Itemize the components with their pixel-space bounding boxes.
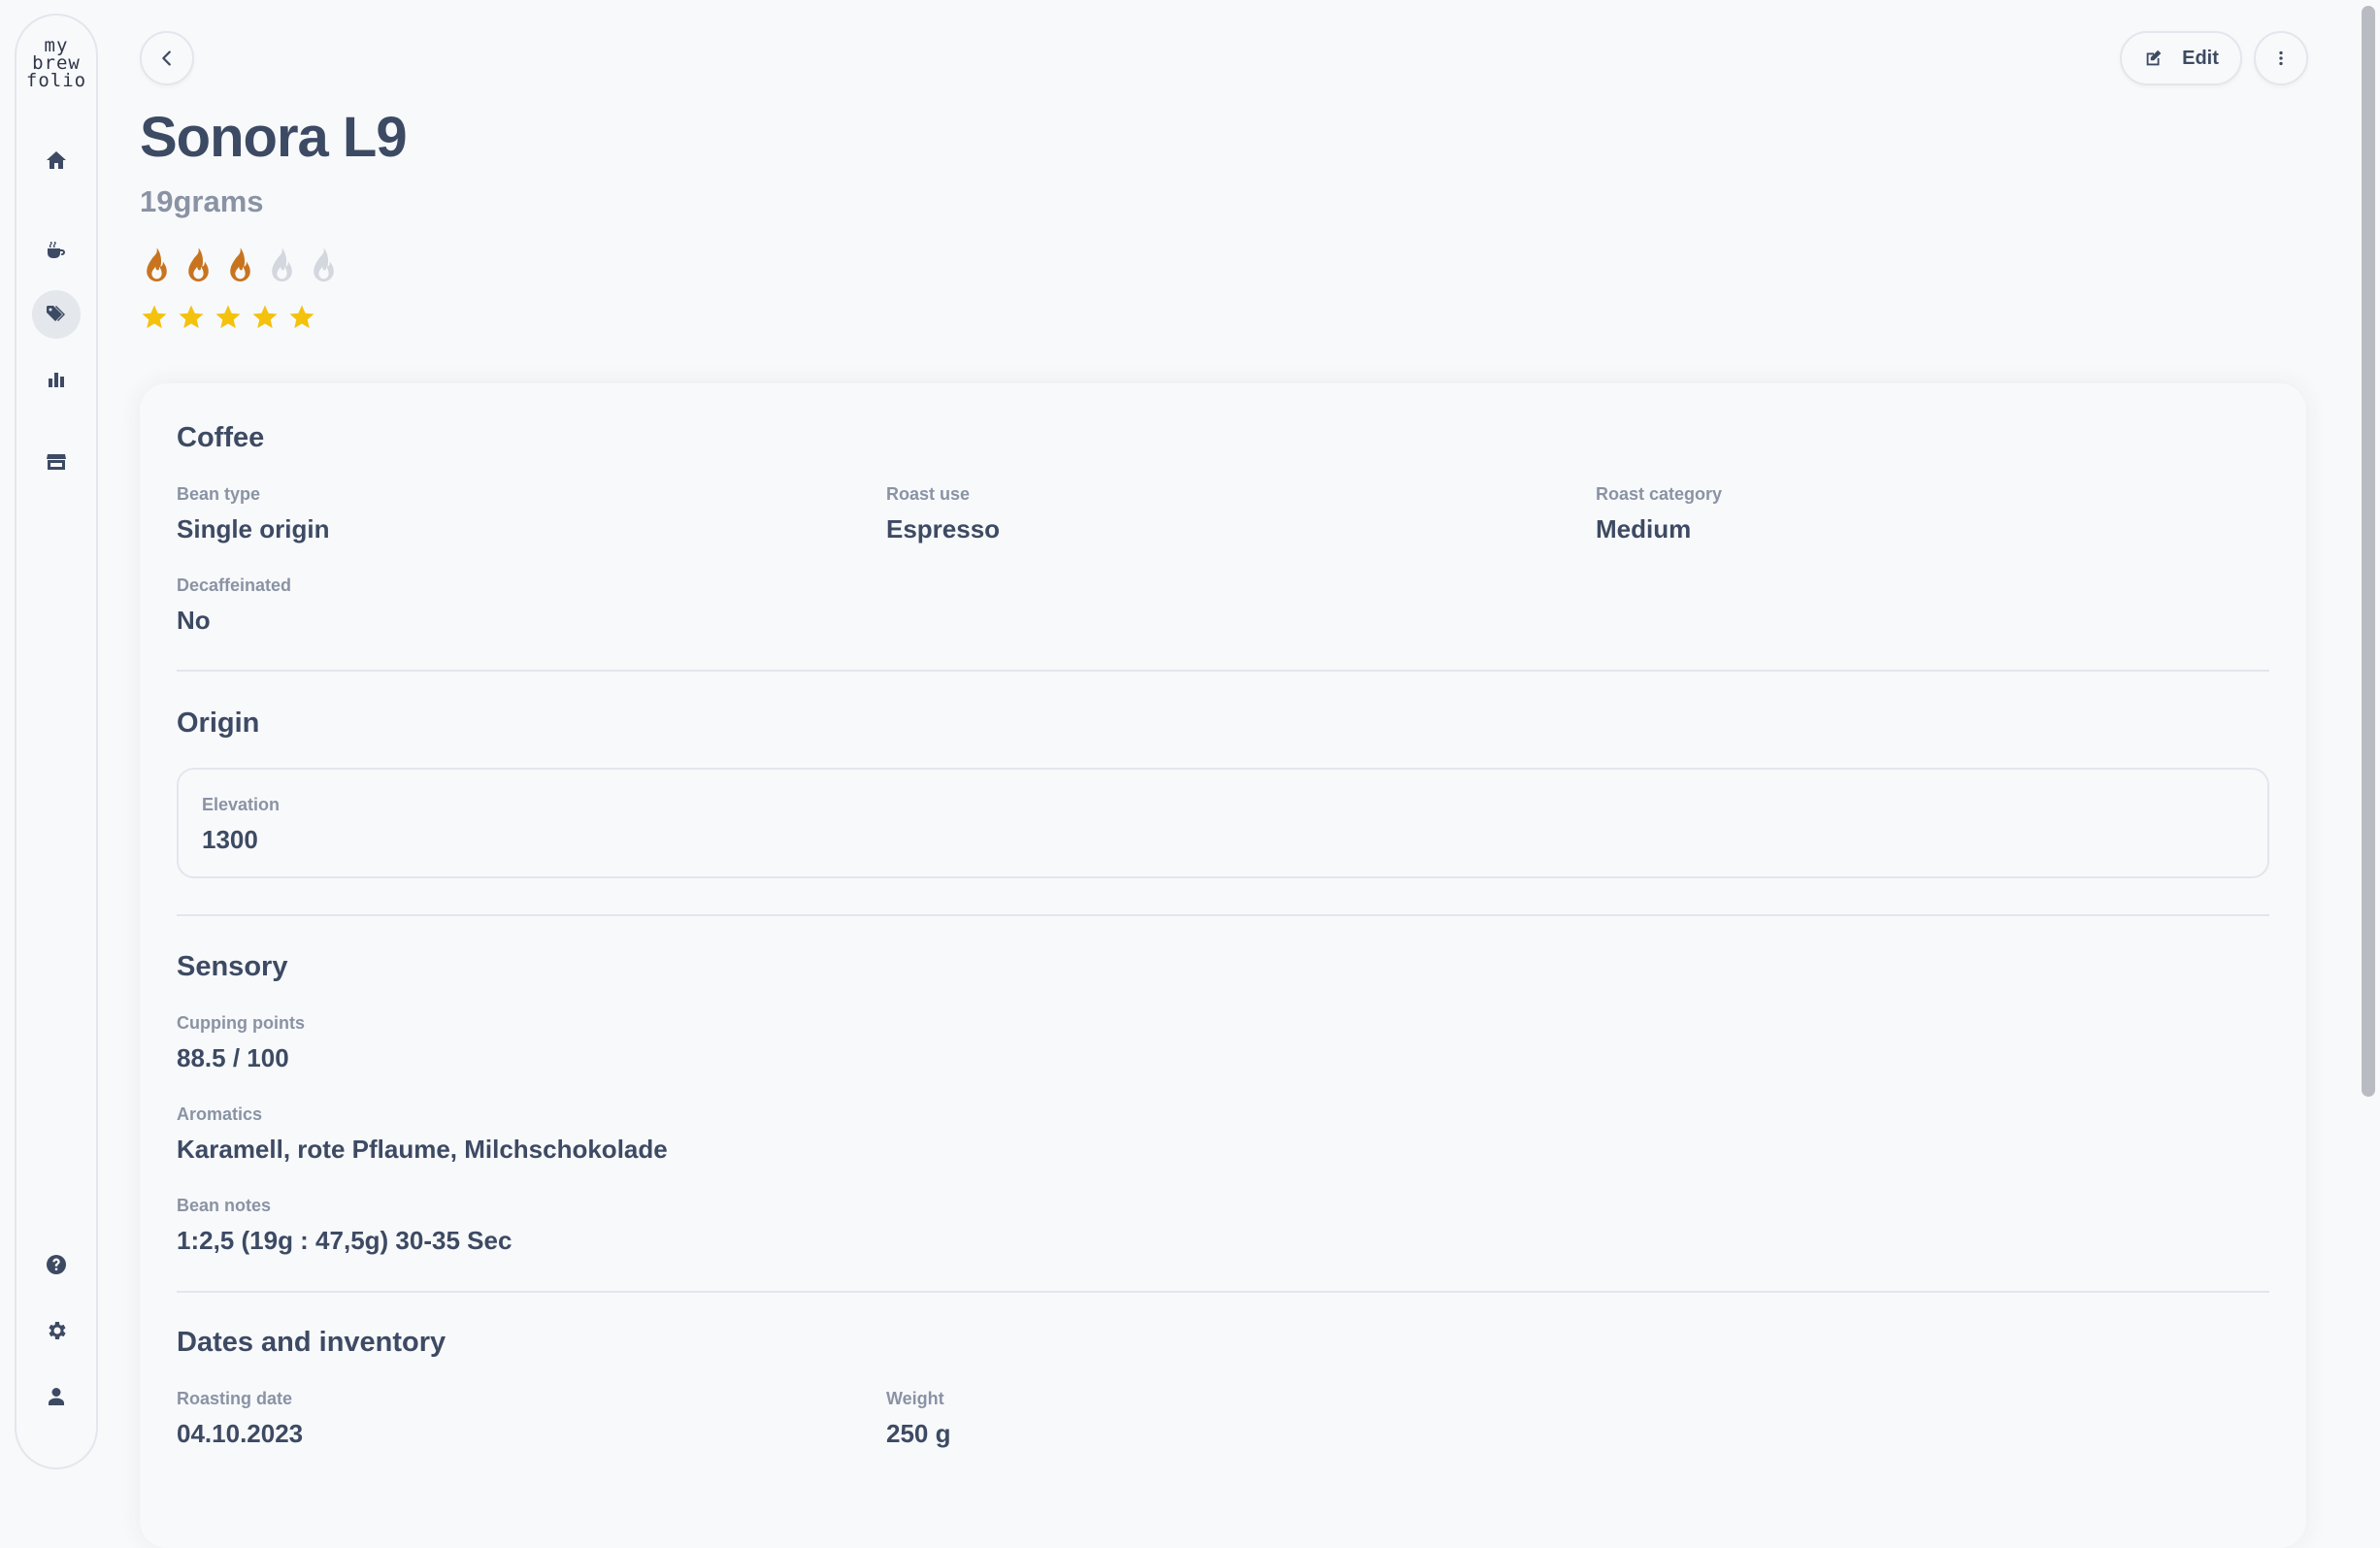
field-value: 88.5 / 100 bbox=[177, 1043, 289, 1072]
field-label: Decaffeinated bbox=[177, 576, 292, 595]
bean-details-card: Coffee Bean type Single origin Roast use… bbox=[140, 383, 2306, 1548]
sidebar-item-beans[interactable] bbox=[32, 290, 81, 339]
sidebar-item-help[interactable] bbox=[32, 1240, 81, 1289]
divider bbox=[177, 670, 2269, 672]
rating-indicator bbox=[140, 303, 316, 332]
field-label: Roasting date bbox=[177, 1389, 293, 1408]
back-button[interactable] bbox=[140, 31, 194, 85]
field-label: Roast use bbox=[886, 484, 971, 504]
bar-chart-icon bbox=[49, 373, 64, 387]
logo-line: folio bbox=[25, 70, 87, 91]
field-roast-use: Roast use Espresso bbox=[886, 484, 1000, 544]
sidebar-item-home[interactable] bbox=[32, 136, 81, 184]
star-icon bbox=[289, 305, 314, 329]
flame-icon bbox=[230, 247, 250, 281]
divider bbox=[177, 1291, 2269, 1293]
field-value: No bbox=[177, 606, 211, 635]
origin-details-box: Elevation 1300 bbox=[177, 768, 2269, 878]
coffee-cup-icon bbox=[48, 242, 65, 258]
edit-icon bbox=[2146, 49, 2162, 66]
field-label: Bean type bbox=[177, 484, 261, 504]
chevron-left-icon bbox=[162, 50, 171, 66]
section-title-origin: Origin bbox=[177, 708, 260, 739]
field-label: Weight bbox=[886, 1389, 944, 1408]
page-title: Sonora L9 bbox=[140, 106, 408, 169]
field-decaffeinated: Decaffeinated No bbox=[177, 576, 291, 636]
gear-icon bbox=[49, 1322, 66, 1339]
field-value: 04.10.2023 bbox=[177, 1419, 304, 1448]
tags-icon bbox=[47, 306, 65, 321]
field-value: Medium bbox=[1596, 514, 1692, 543]
roast-level-indicator bbox=[142, 247, 339, 281]
edit-button[interactable]: Edit bbox=[2120, 31, 2242, 85]
vertical-dots-icon bbox=[2279, 50, 2283, 66]
field-value: Karamell, rote Pflaume, Milchschokolade bbox=[177, 1135, 668, 1164]
flame-icon bbox=[188, 247, 209, 281]
sidebar-item-profile[interactable] bbox=[32, 1372, 81, 1421]
field-label: Roast category bbox=[1596, 484, 1723, 504]
field-value: Espresso bbox=[886, 514, 1001, 543]
field-roasting-date: Roasting date 04.10.2023 bbox=[177, 1389, 303, 1449]
field-label: Cupping points bbox=[177, 1013, 305, 1033]
section-title-sensory: Sensory bbox=[177, 951, 288, 982]
field-value: 250 g bbox=[886, 1419, 951, 1448]
field-label: Bean notes bbox=[177, 1196, 272, 1215]
app-logo[interactable]: my brew folio bbox=[17, 37, 96, 91]
user-icon bbox=[49, 1388, 64, 1405]
scrollbar[interactable] bbox=[2355, 0, 2380, 1481]
section-title-coffee: Coffee bbox=[177, 422, 265, 453]
field-value: Single origin bbox=[177, 514, 330, 543]
field-cupping-points: Cupping points 88.5 / 100 bbox=[177, 1013, 305, 1073]
star-icon bbox=[179, 305, 204, 329]
store-icon bbox=[47, 454, 66, 470]
field-label: Elevation bbox=[202, 795, 281, 814]
star-icon bbox=[215, 305, 241, 329]
field-bean-type: Bean type Single origin bbox=[177, 484, 329, 544]
question-circle-icon bbox=[47, 1255, 66, 1274]
sidebar: my brew folio bbox=[15, 14, 98, 1469]
field-roast-category: Roast category Medium bbox=[1596, 484, 1722, 544]
more-options-button[interactable] bbox=[2254, 31, 2308, 85]
flame-icon bbox=[147, 247, 167, 281]
flame-icon bbox=[272, 247, 292, 281]
roaster-name: 19grams bbox=[140, 184, 264, 218]
star-icon bbox=[142, 305, 167, 329]
field-weight: Weight 250 g bbox=[886, 1389, 951, 1449]
sidebar-item-roasteries[interactable] bbox=[32, 438, 81, 486]
section-title-dates: Dates and inventory bbox=[177, 1327, 446, 1358]
field-label: Aromatics bbox=[177, 1104, 263, 1124]
home-icon bbox=[47, 151, 66, 169]
sidebar-item-brews[interactable] bbox=[32, 225, 81, 274]
flame-icon bbox=[314, 247, 334, 281]
edit-button-label: Edit bbox=[2182, 47, 2219, 69]
sidebar-item-settings[interactable] bbox=[32, 1306, 81, 1355]
scrollbar-thumb[interactable] bbox=[2362, 6, 2375, 1097]
field-value: 1300 bbox=[202, 825, 258, 854]
field-bean-notes: Bean notes 1:2,5 (19g : 47,5g) 30-35 Sec bbox=[177, 1196, 512, 1256]
field-value: 1:2,5 (19g : 47,5g) 30-35 Sec bbox=[177, 1226, 512, 1255]
sidebar-item-statistics[interactable] bbox=[32, 355, 81, 404]
field-elevation: Elevation 1300 bbox=[202, 795, 280, 855]
divider bbox=[177, 914, 2269, 916]
star-icon bbox=[252, 305, 278, 329]
field-aromatics: Aromatics Karamell, rote Pflaume, Milchs… bbox=[177, 1104, 668, 1165]
